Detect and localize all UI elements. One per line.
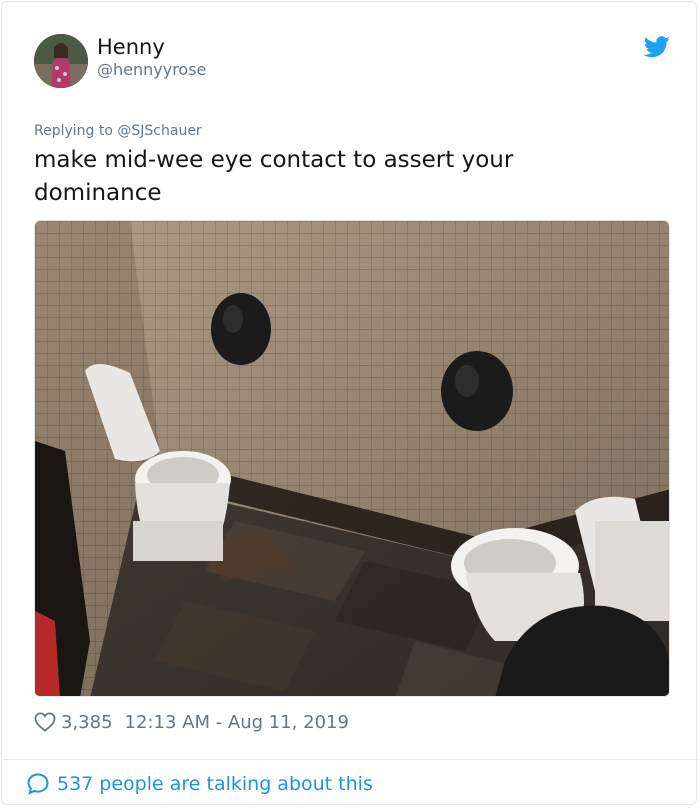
reply-prefix: Replying to [34, 123, 113, 139]
heart-icon[interactable] [34, 712, 56, 732]
author-display-name[interactable]: Henny [97, 34, 165, 60]
divider [3, 759, 699, 760]
timestamp[interactable]: 12:13 AM - Aug 11, 2019 [125, 712, 349, 733]
tweet-meta: 3,385 12:13 AM - Aug 11, 2019 [34, 709, 349, 735]
tweet-card: Henny @hennyyrose Replying to @SJSchauer… [1, 1, 699, 805]
tweet-photo[interactable] [34, 220, 670, 697]
like-count[interactable]: 3,385 [61, 712, 113, 733]
author-handle[interactable]: @hennyyrose [97, 60, 206, 80]
tweet-text: make mid-wee eye contact to assert your … [34, 147, 514, 206]
reply-context: Replying to @SJSchauer [34, 122, 202, 140]
speech-bubble-icon [27, 773, 49, 795]
avatar[interactable] [34, 34, 88, 88]
twitter-bird-icon[interactable] [644, 36, 670, 58]
restroom-photo-illustration [35, 221, 669, 696]
conversation-text[interactable]: 537 people are talking about this [57, 773, 373, 795]
user-avatar-icon [34, 34, 88, 88]
reply-mention-link[interactable]: @SJSchauer [117, 123, 201, 139]
conversation-link[interactable]: 537 people are talking about this [26, 770, 373, 798]
